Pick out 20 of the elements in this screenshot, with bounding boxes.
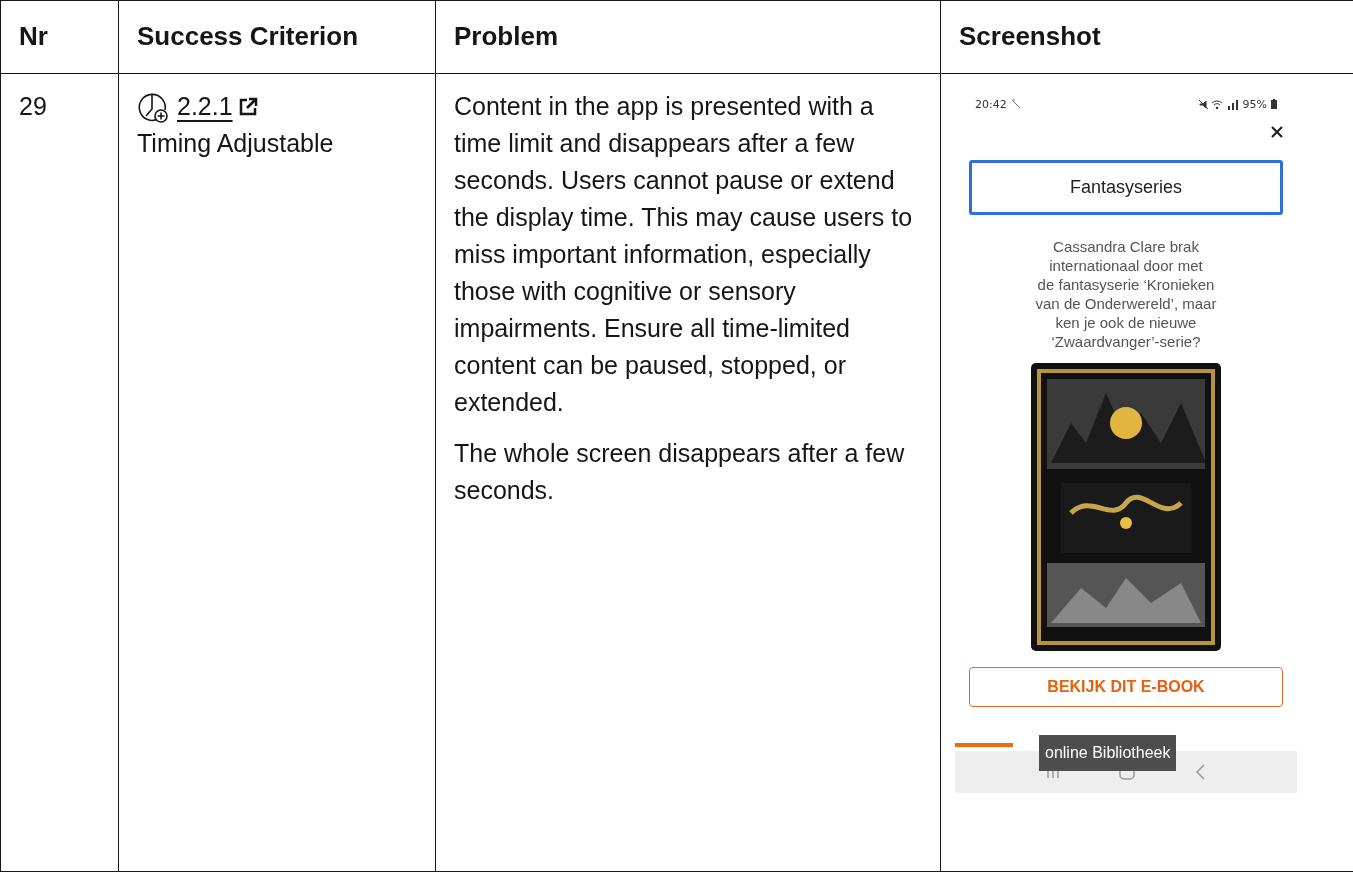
battery-icon (1271, 99, 1277, 109)
battery-level: 95% (1242, 96, 1267, 113)
column-header: Screenshot (940, 0, 1353, 74)
column-header: Nr (0, 0, 119, 74)
progress-indicator (955, 743, 1013, 747)
status-time: 20:42 (975, 96, 1007, 113)
close-icon[interactable] (1271, 126, 1283, 138)
wand-icon (1010, 99, 1021, 109)
column-header: Problem (435, 0, 941, 74)
section-heading: Fantasyseries (969, 160, 1283, 215)
criterion-link[interactable]: 2.2.1 (177, 88, 258, 125)
row-number: 29 (19, 92, 47, 120)
description-text: Cassandra Clare brak internationaal door met de fantasyserie ‘Kronieken van de Onderwereld’, maar ken je ook de nieuwe ‘Zwaardvanger’-serie? (1034, 237, 1218, 351)
external-link-icon (237, 96, 258, 117)
column-header: Success Criterion (118, 0, 436, 74)
tooltip: online Bibliotheek (1039, 735, 1177, 771)
problem-text: Content in the app is presented with a time limit and disappears after a few seconds. Users cannot pause or extend the display time. This may cause users to miss important information, especially those with cognitive or sensory impairments. Ensure all time-limited content can be paused, stopped, or extended. (454, 91, 914, 418)
criterion-name: Timing Adjustable (137, 128, 335, 159)
problem-text: The whole screen disappears after a few seconds. (454, 438, 906, 506)
status-icons (1198, 98, 1239, 110)
